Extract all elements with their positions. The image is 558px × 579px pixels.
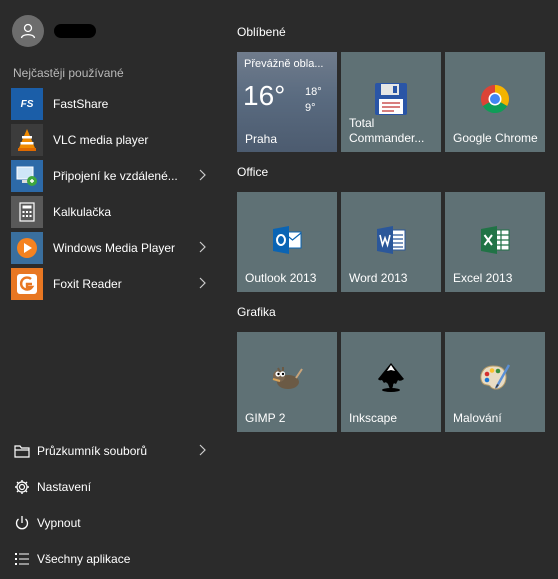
all-apps-icon: [13, 550, 31, 568]
weather-high: 18°: [305, 86, 322, 98]
app-foxit[interactable]: Foxit Reader: [11, 266, 222, 302]
app-label: Windows Media Player: [53, 241, 176, 255]
group-title-office[interactable]: Office: [237, 165, 268, 179]
tile-outlook[interactable]: Outlook 2013: [237, 192, 337, 292]
chevron-right-icon[interactable]: [198, 241, 206, 253]
all-apps-item[interactable]: Všechny aplikace: [11, 541, 222, 577]
file-explorer-item[interactable]: Průzkumník souborů: [11, 433, 222, 469]
gear-icon: [13, 478, 31, 496]
tile-paint[interactable]: Malování: [445, 332, 545, 432]
tile-label: Inkscape: [349, 411, 398, 425]
chevron-right-icon[interactable]: [198, 169, 206, 181]
tile-weather[interactable]: Převážně obla... 16° 18° 9° Praha: [237, 52, 337, 152]
app-label: Připojení ke vzdálené...: [53, 169, 178, 183]
remote-desktop-icon: [11, 160, 43, 192]
power-icon: [13, 514, 31, 532]
app-fastshare[interactable]: FS FastShare: [11, 86, 222, 122]
start-menu-left-column: Nejčastěji používané FS FastShare VLC me…: [0, 0, 222, 579]
settings-label: Nastavení: [37, 480, 92, 494]
fastshare-icon: FS: [11, 88, 43, 120]
most-used-list: FS FastShare VLC media player Připojení …: [11, 86, 222, 302]
media-player-icon: [11, 232, 43, 264]
outlook-icon: [237, 226, 337, 254]
word-icon: [341, 226, 441, 254]
tile-google-chrome[interactable]: Google Chrome: [445, 52, 545, 152]
tile-excel[interactable]: Excel 2013: [445, 192, 545, 292]
tile-label: Google Chrome: [453, 131, 538, 145]
vlc-icon: [11, 124, 43, 156]
tile-total-commander[interactable]: Total Commander...: [341, 52, 441, 152]
tile-label: Total Commander...: [349, 116, 425, 145]
app-label: VLC media player: [53, 133, 149, 147]
file-explorer-label: Průzkumník souborů: [37, 444, 148, 458]
group-title-graphics[interactable]: Grafika: [237, 305, 276, 319]
app-label: FastShare: [53, 97, 109, 111]
app-label: Kalkulačka: [53, 205, 112, 219]
tile-label: GIMP 2: [245, 411, 286, 425]
all-apps-label: Všechny aplikace: [37, 552, 131, 566]
power-item[interactable]: Vypnout: [11, 505, 222, 541]
most-used-heading: Nejčastěji používané: [13, 66, 124, 80]
user-icon[interactable]: [12, 15, 44, 47]
file-explorer-icon: [13, 442, 31, 460]
app-vlc[interactable]: VLC media player: [11, 122, 222, 158]
gimp-icon: [237, 364, 337, 392]
tile-label: Outlook 2013: [245, 271, 317, 285]
foxit-icon: [11, 268, 43, 300]
chevron-right-icon[interactable]: [198, 444, 206, 456]
excel-icon: [445, 226, 545, 254]
paint-palette-icon: [445, 362, 545, 392]
app-remote-desktop[interactable]: Připojení ke vzdálené...: [11, 158, 222, 194]
user-account[interactable]: [12, 15, 96, 47]
weather-temperature: 16°: [243, 80, 286, 111]
weather-city: Praha: [245, 132, 278, 146]
app-label: Foxit Reader: [53, 277, 122, 291]
tile-label: Excel 2013: [453, 271, 513, 285]
tile-word[interactable]: Word 2013: [341, 192, 441, 292]
settings-item[interactable]: Nastavení: [11, 469, 222, 505]
app-media-player[interactable]: Windows Media Player: [11, 230, 222, 266]
weather-low: 9°: [305, 102, 316, 114]
calculator-icon: [11, 196, 43, 228]
app-calculator[interactable]: Kalkulačka: [11, 194, 222, 230]
chrome-icon: [445, 84, 545, 114]
floppy-disk-icon: [341, 82, 441, 116]
chevron-right-icon[interactable]: [198, 277, 206, 289]
tile-gimp[interactable]: GIMP 2: [237, 332, 337, 432]
user-name-redacted[interactable]: [54, 24, 96, 38]
tile-label: Word 2013: [349, 271, 408, 285]
weather-condition: Převážně obla...: [244, 58, 324, 70]
group-title-favorites[interactable]: Oblíbené: [237, 25, 286, 39]
power-label: Vypnout: [37, 516, 81, 530]
inkscape-icon: [341, 362, 441, 394]
tile-inkscape[interactable]: Inkscape: [341, 332, 441, 432]
tile-label: Malování: [453, 411, 502, 425]
start-menu-bottom-list: Průzkumník souborů Nastavení Vypnout Vše…: [11, 433, 222, 577]
